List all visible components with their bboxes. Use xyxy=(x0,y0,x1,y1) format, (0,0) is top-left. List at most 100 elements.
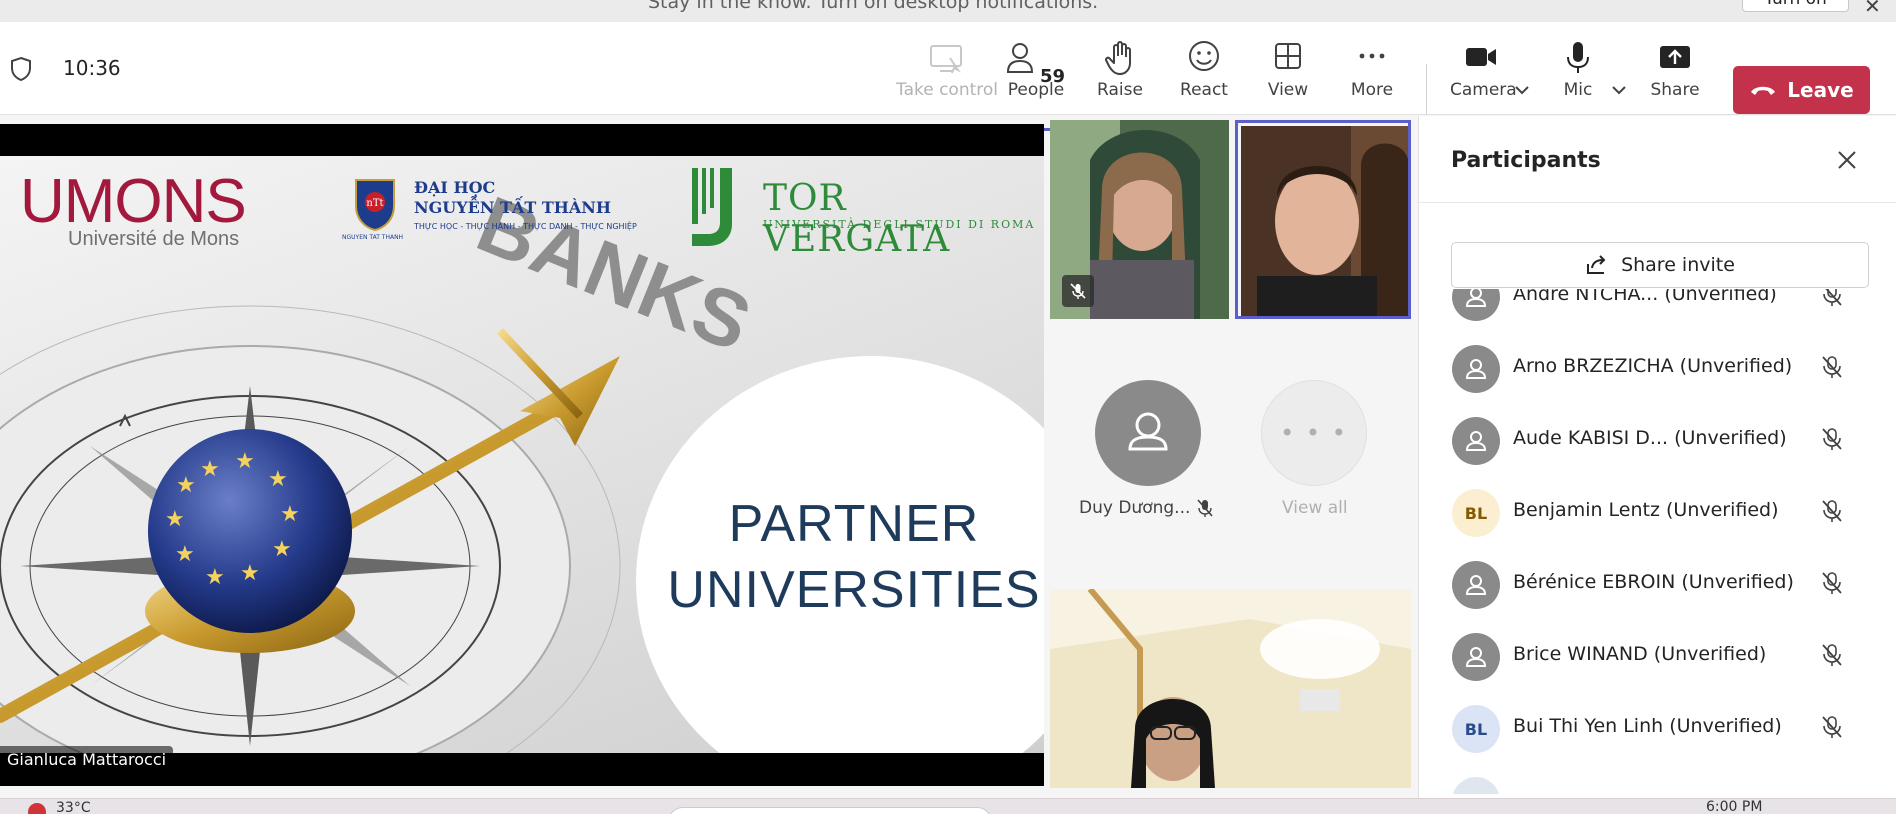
participant-name: Bérénice EBROIN (Unverified) xyxy=(1513,571,1794,593)
participant-video-image xyxy=(1241,126,1408,316)
svg-text:★: ★ xyxy=(175,542,195,567)
view-label: View xyxy=(1267,80,1309,100)
camera-options-chevron-icon[interactable] xyxy=(1514,84,1530,100)
person-icon xyxy=(1465,289,1487,307)
view-all-button[interactable]: • • • xyxy=(1261,380,1367,486)
more-label: More xyxy=(1350,80,1394,100)
ntt-title-line2: NGUYỄN TẤT THÀNH xyxy=(414,198,612,217)
raise-hand-button[interactable]: Raise xyxy=(1090,38,1150,110)
share-button[interactable]: Share xyxy=(1645,38,1705,110)
react-label: React xyxy=(1180,80,1228,100)
presentation-slide: BANKS ★ ★ ★ ★ ★ ★ ★ ★ ★ ★ UMONS Universi… xyxy=(0,156,1044,753)
mic-off-icon xyxy=(1822,428,1842,450)
people-count-badge: 59 xyxy=(1040,66,1066,87)
participants-panel: Participants Share invite Andre NTCHA...… xyxy=(1418,116,1896,798)
participant-name: Benjamin Lentz (Unverified) xyxy=(1513,499,1779,521)
weather-icon[interactable] xyxy=(28,803,46,814)
participant-row[interactable]: BL Benjamin Lentz (Unverified) xyxy=(1419,477,1896,549)
smiley-icon xyxy=(1189,41,1219,71)
close-icon[interactable] xyxy=(1833,146,1861,174)
camera-icon xyxy=(1466,48,1496,66)
leave-button[interactable]: Leave xyxy=(1733,66,1870,114)
participant-row[interactable]: BL Bui Thi Yen Linh (Unverified) xyxy=(1419,693,1896,765)
people-icon xyxy=(1006,43,1034,73)
leave-label: Leave xyxy=(1787,78,1854,102)
mic-button[interactable]: Mic xyxy=(1548,38,1608,110)
participant-row[interactable]: Andre NTCHA... (Unverified) xyxy=(1419,289,1896,333)
take-control-label: Take control xyxy=(896,80,999,100)
umons-logo: UMONS xyxy=(20,167,247,236)
muted-indicator xyxy=(1062,275,1094,307)
share-tray-icon xyxy=(1660,46,1690,68)
ntt-crest-caption: NGUYEN TAT THANH xyxy=(342,234,404,241)
presenter-name-label: Gianluca Mattarocci xyxy=(0,746,174,773)
video-tile-active-speaker[interactable] xyxy=(1235,120,1411,319)
slide-title-line1: PARTNER xyxy=(728,495,980,553)
mic-off-icon xyxy=(1822,644,1842,666)
person-icon xyxy=(1465,359,1487,379)
mic-label: Mic xyxy=(1563,80,1593,100)
panel-divider xyxy=(1419,202,1896,203)
avatar-duy[interactable] xyxy=(1095,380,1201,486)
camera-label: Camera xyxy=(1450,80,1517,100)
more-dots-icon xyxy=(1359,53,1385,59)
participant-row[interactable]: Aude KABISI D... (Unverified) xyxy=(1419,405,1896,477)
hang-up-icon xyxy=(1751,86,1776,95)
shared-screen: BANKS ★ ★ ★ ★ ★ ★ ★ ★ ★ ★ UMONS Universi… xyxy=(0,124,1044,786)
meeting-timer: 10:36 xyxy=(63,56,121,80)
participant-row[interactable]: Arno BRZEZICHA (Unverified) xyxy=(1419,333,1896,405)
participant-name: Bui Thi Yen Linh (Unverified) xyxy=(1513,715,1782,737)
system-clock: 6:00 PM xyxy=(1706,799,1763,814)
camera-button[interactable]: Camera xyxy=(1450,38,1517,110)
video-tile-participant-1[interactable] xyxy=(1050,120,1229,319)
mic-off-icon xyxy=(1822,716,1842,738)
shield-icon[interactable] xyxy=(10,56,32,82)
participant-name: Andre NTCHA... (Unverified) xyxy=(1513,289,1777,305)
weather-temperature: 33°C xyxy=(56,800,91,814)
umons-subtitle: Université de Mons xyxy=(68,228,240,250)
avatar xyxy=(1452,289,1500,321)
close-icon[interactable]: ✕ xyxy=(1864,0,1881,18)
participant-name: Arno BRZEZICHA (Unverified) xyxy=(1513,355,1793,377)
tor-vergata-logo-icon xyxy=(692,168,732,246)
video-tile-participant-3[interactable] xyxy=(1050,589,1411,788)
view-button[interactable]: View xyxy=(1258,38,1318,110)
raise-label: Raise xyxy=(1097,80,1143,100)
toolbar-divider xyxy=(1426,64,1427,114)
participant-row[interactable] xyxy=(1419,765,1896,794)
avatar xyxy=(1452,633,1500,681)
view-all-label: View all xyxy=(1282,498,1348,518)
avatar xyxy=(1452,345,1500,393)
mic-options-chevron-icon[interactable] xyxy=(1611,84,1627,100)
mic-off-icon xyxy=(1823,289,1842,306)
mic-off-icon xyxy=(1822,356,1842,378)
mic-off-icon xyxy=(1070,283,1086,299)
svg-text:★: ★ xyxy=(268,467,288,492)
svg-text:★: ★ xyxy=(240,561,260,586)
participant-row[interactable]: Bérénice EBROIN (Unverified) xyxy=(1419,549,1896,621)
taskbar-search-box[interactable] xyxy=(668,807,992,814)
svg-text:★: ★ xyxy=(280,502,300,527)
participant-name: Aude KABISI D... (Unverified) xyxy=(1513,427,1787,449)
participants-list: Andre NTCHA... (Unverified) Arno BRZEZIC… xyxy=(1419,289,1896,794)
participant-row[interactable]: Brice WINAND (Unverified) xyxy=(1419,621,1896,693)
avatar xyxy=(1452,561,1500,609)
grid-view-icon xyxy=(1275,43,1301,69)
participant-name: Brice WINAND (Unverified) xyxy=(1513,643,1767,665)
share-invite-button[interactable]: Share invite xyxy=(1451,242,1869,288)
panel-title: Participants xyxy=(1451,148,1601,173)
microphone-icon xyxy=(1567,42,1589,73)
person-icon xyxy=(1465,575,1487,595)
share-arrow-icon xyxy=(1587,255,1606,274)
take-control-button[interactable]: Take control xyxy=(896,38,999,110)
meeting-toolbar: 10:36 Take control People 59 Raise React xyxy=(0,22,1896,131)
turn-on-notifications-button[interactable]: Turn on xyxy=(1742,0,1849,12)
avatar: BL xyxy=(1452,705,1500,753)
react-button[interactable]: React xyxy=(1174,38,1234,110)
more-button[interactable]: More xyxy=(1341,38,1403,110)
svg-text:★: ★ xyxy=(165,507,185,532)
svg-text:★: ★ xyxy=(235,449,255,474)
hand-icon xyxy=(1105,41,1131,75)
person-icon xyxy=(1465,647,1487,667)
person-icon xyxy=(1465,431,1487,451)
